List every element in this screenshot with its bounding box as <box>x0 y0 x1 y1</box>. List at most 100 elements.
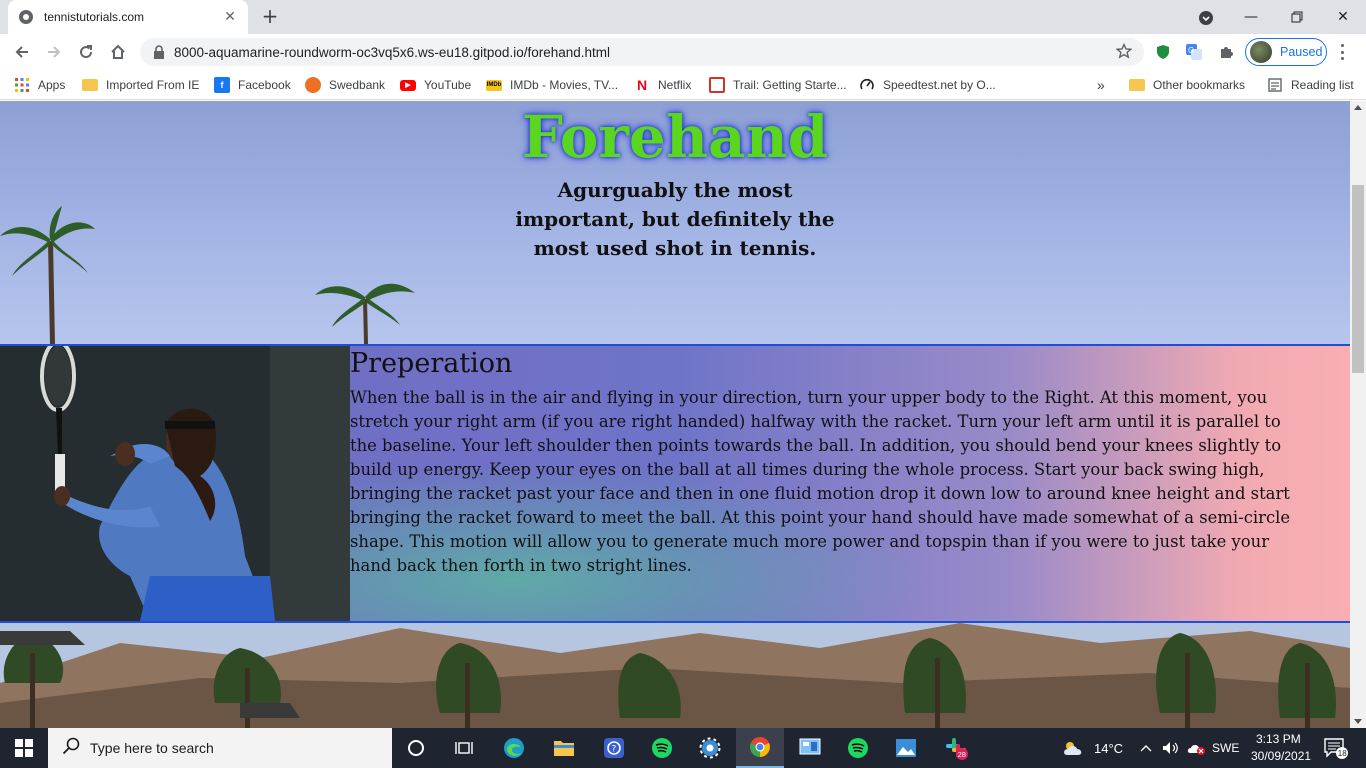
bookmark-label: Netflix <box>658 78 692 92</box>
reload-icon[interactable] <box>72 38 100 66</box>
extensions-puzzle-icon[interactable] <box>1216 42 1236 62</box>
minimize-button[interactable]: — <box>1228 0 1274 34</box>
section-heading: Preperation <box>350 348 513 379</box>
bookmark-netflix[interactable]: N Netflix <box>634 76 691 94</box>
reading-list-button[interactable]: Reading list <box>1267 76 1354 94</box>
file-explorer-icon[interactable] <box>540 728 588 768</box>
apps-grid-icon <box>14 77 30 93</box>
profile-status: Paused <box>1280 45 1323 59</box>
cortana-icon[interactable] <box>392 728 440 768</box>
slack-icon[interactable]: 28 <box>932 728 980 768</box>
imdb-icon: IMDb <box>486 79 502 91</box>
weather-cloud-icon[interactable] <box>1058 728 1088 768</box>
home-icon[interactable] <box>104 38 132 66</box>
shield-extension-icon[interactable] <box>1153 42 1173 62</box>
spotify-icon[interactable] <box>834 728 882 768</box>
notification-center-icon[interactable]: 18 <box>1316 728 1356 768</box>
bookmark-label: Swedbank <box>329 78 386 92</box>
windows-start-icon[interactable] <box>0 728 48 768</box>
globe-icon <box>18 9 34 25</box>
netflix-icon: N <box>636 77 648 93</box>
tab-title: tennistutorials.com <box>44 10 145 24</box>
url-text: 8000-aquamarine-roundworm-oc3vq5x6.ws-eu… <box>174 44 611 60</box>
volume-icon[interactable] <box>1158 728 1184 768</box>
preparation-section: Preperation When the ball is in the air … <box>0 344 1350 623</box>
bookmark-imported-from-ie[interactable]: Imported From IE <box>82 76 199 94</box>
input-language[interactable]: SWE <box>1212 741 1239 755</box>
bookmarks-overflow-button[interactable]: » <box>1097 76 1105 94</box>
search-icon <box>62 737 80 759</box>
swedbank-icon <box>305 77 321 93</box>
translate-extension-icon[interactable]: G <box>1184 42 1204 62</box>
photos-icon[interactable] <box>882 728 930 768</box>
bookmark-label: IMDb - Movies, TV... <box>510 78 619 92</box>
profile-button[interactable]: Paused <box>1245 38 1327 66</box>
bookmark-label: Reading list <box>1291 78 1354 92</box>
bookmark-label: Other bookmarks <box>1153 78 1246 92</box>
scrollbar-thumb[interactable] <box>1352 185 1364 373</box>
tab-search-icon[interactable] <box>1196 8 1216 28</box>
close-tab-icon[interactable]: ✕ <box>222 9 238 25</box>
new-tab-button[interactable]: + <box>258 5 282 29</box>
landscape-image <box>0 623 1350 728</box>
speedtest-icon <box>859 77 875 93</box>
bookmarks-bar: Apps Imported From IE f Facebook Swedban… <box>0 70 1366 100</box>
browser-tab[interactable]: tennistutorials.com ✕ <box>8 0 248 34</box>
windows-taskbar: Type here to search ? 28 14°C SWE 3:13 P… <box>0 728 1366 768</box>
hero-banner: Forehand Agurguably the most important, … <box>0 101 1350 344</box>
bookmark-label: Apps <box>38 78 66 92</box>
close-window-button[interactable]: ✕ <box>1320 0 1366 34</box>
chevron-up-icon[interactable] <box>1136 728 1156 768</box>
youtube-icon: ▶ <box>400 79 416 91</box>
scroll-up-arrow-icon[interactable] <box>1354 105 1362 110</box>
scroll-down-arrow-icon[interactable] <box>1354 719 1362 724</box>
player-photo <box>0 346 350 621</box>
menu-kebab-icon[interactable] <box>1336 42 1348 62</box>
clock-date[interactable]: 30/09/2021 <box>1251 749 1311 763</box>
page-viewport: Forehand Agurguably the most important, … <box>0 101 1350 728</box>
bookmark-imdb[interactable]: IMDb IMDb - Movies, TV... <box>486 76 618 94</box>
bookmark-label: YouTube <box>424 78 472 92</box>
restore-button[interactable] <box>1274 0 1320 34</box>
bookmark-apps[interactable]: Apps <box>14 76 65 94</box>
forward-arrow-icon[interactable] <box>40 38 68 66</box>
network-offline-icon[interactable] <box>1184 728 1208 768</box>
bookmark-trail[interactable]: Trail: Getting Starte... <box>709 76 847 94</box>
bookmark-label: Imported From IE <box>106 78 200 92</box>
address-bar[interactable]: 8000-aquamarine-roundworm-oc3vq5x6.ws-eu… <box>140 38 1144 66</box>
bookmark-swedbank[interactable]: Swedbank <box>305 76 385 94</box>
taskbar-search-box[interactable]: Type here to search <box>48 728 392 768</box>
svg-text:?: ? <box>612 745 617 755</box>
edge-icon[interactable] <box>490 728 538 768</box>
bookmark-youtube[interactable]: ▶ YouTube <box>400 76 471 94</box>
search-placeholder: Type here to search <box>90 740 214 756</box>
bookmark-label: Trail: Getting Starte... <box>733 78 847 92</box>
bookmark-label: Facebook <box>238 78 291 92</box>
facebook-icon: f <box>214 77 230 93</box>
notification-count: 18 <box>1338 749 1347 758</box>
clock-time[interactable]: 3:13 PM <box>1256 732 1301 746</box>
spotify-icon[interactable] <box>638 728 686 768</box>
page-title: Forehand <box>521 103 829 171</box>
weather-temperature[interactable]: 14°C <box>1094 741 1123 756</box>
quick-assist-icon[interactable]: ? <box>590 728 638 768</box>
browser-toolbar: 8000-aquamarine-roundworm-oc3vq5x6.ws-eu… <box>0 34 1366 70</box>
palm-tree-image <box>0 206 95 344</box>
bookmark-facebook[interactable]: f Facebook <box>214 76 291 94</box>
trail-icon <box>709 77 725 93</box>
chrome-icon[interactable] <box>736 728 784 768</box>
settings-gear-icon[interactable] <box>686 728 734 768</box>
palm-tree-image <box>315 283 415 344</box>
bookmark-other-bookmarks[interactable]: Other bookmarks <box>1129 76 1245 94</box>
lock-icon[interactable] <box>152 45 166 59</box>
tab-strip: tennistutorials.com ✕ + — ✕ <box>0 0 1366 34</box>
bookmark-speedtest[interactable]: Speedtest.net by O... <box>859 76 996 94</box>
control-panel-icon[interactable] <box>786 728 834 768</box>
task-view-icon[interactable] <box>440 728 488 768</box>
back-arrow-icon[interactable] <box>8 38 36 66</box>
bookmark-star-icon[interactable] <box>1115 42 1133 63</box>
avatar <box>1250 41 1272 63</box>
slack-badge: 28 <box>958 750 966 759</box>
page-scrollbar[interactable] <box>1350 101 1366 728</box>
svg-text:G: G <box>1188 46 1194 55</box>
